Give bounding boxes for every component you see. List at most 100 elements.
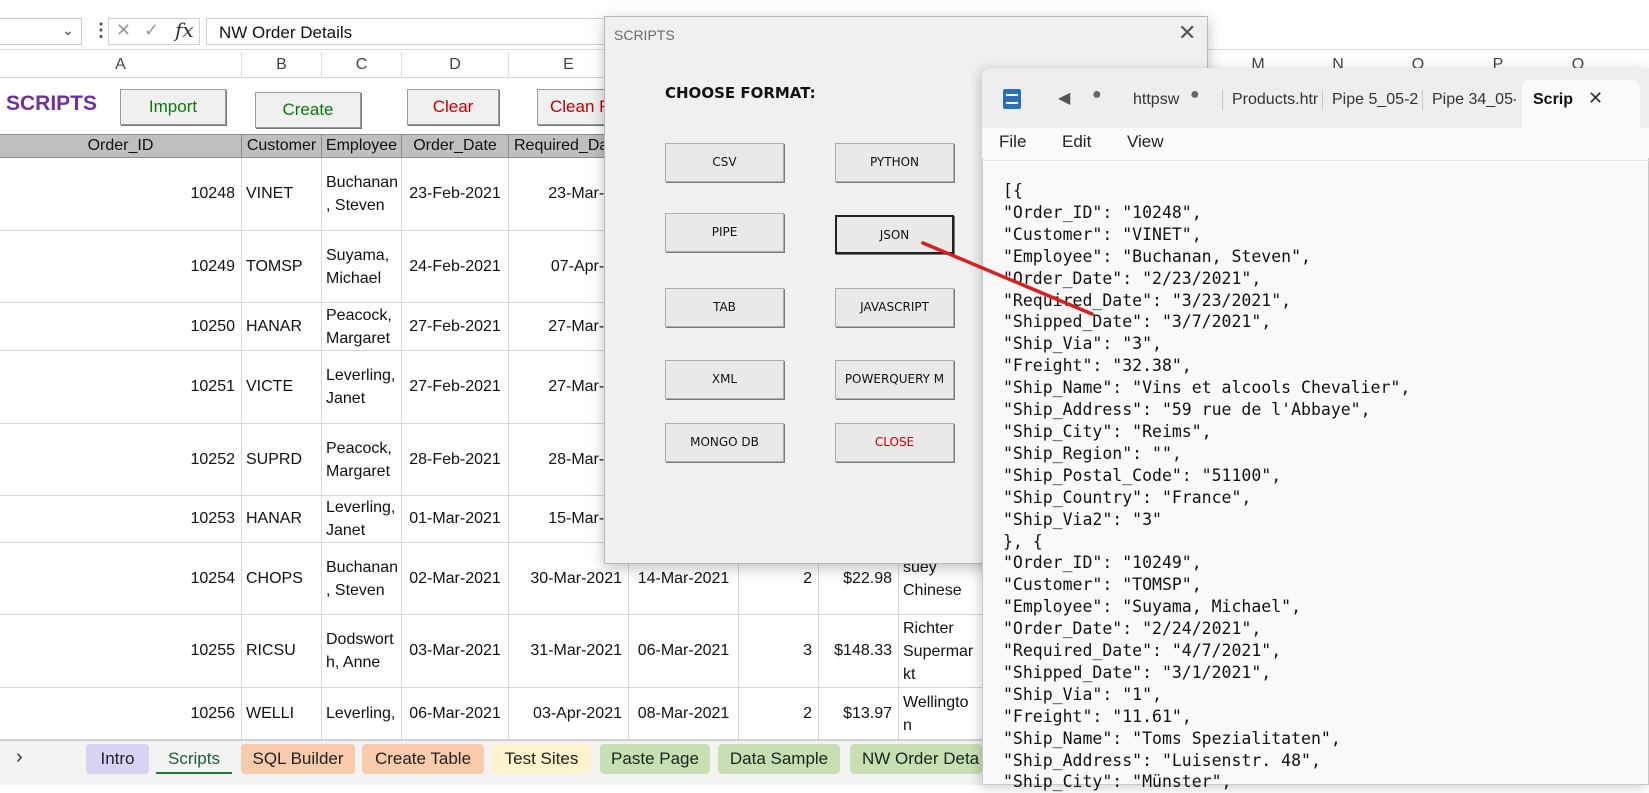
cell-emp[interactable]: Buchanan , Steven — [322, 543, 402, 614]
notepad-tab-2[interactable]: Products.htn — [1232, 88, 1318, 112]
cell-od[interactable]: 02-Mar-2021 — [402, 543, 509, 614]
cell-od[interactable]: 27-Feb-2021 — [402, 351, 509, 423]
sheet-tab-nw-order-details[interactable]: NW Order Deta — [850, 744, 982, 774]
cancel-icon[interactable]: ✕ — [116, 20, 131, 41]
sheet-tab-create-table[interactable]: Create Table — [362, 744, 484, 774]
dialog-close-button[interactable]: CLOSE — [835, 423, 954, 462]
mongodb-button[interactable]: MONGO DB — [665, 423, 784, 462]
cell-id[interactable]: 10256 — [0, 688, 242, 739]
import-button[interactable]: Import — [120, 89, 226, 125]
menu-file[interactable]: File — [999, 132, 1026, 152]
cell-ship[interactable]: Richter Supermar kt — [899, 615, 984, 687]
cell-cust[interactable]: TOMSP — [242, 231, 322, 302]
cell-ship[interactable]: Wellingto n — [899, 688, 984, 739]
sheet-tab-sql-builder[interactable]: SQL Builder — [241, 744, 355, 774]
notepad-tab-1[interactable]: httpsw — [1133, 88, 1189, 112]
unsaved-dot-icon: ● — [1190, 86, 1200, 103]
cell-id[interactable]: 10248 — [0, 158, 242, 230]
scroll-tabs-left-icon[interactable]: ◀ — [1058, 88, 1070, 108]
cell-id[interactable]: 10250 — [0, 303, 242, 350]
create-button[interactable]: Create — [255, 92, 361, 128]
cell-cust[interactable]: CHOPS — [242, 543, 322, 614]
xml-button[interactable]: XML — [665, 360, 784, 399]
close-icon[interactable]: ✕ — [1178, 20, 1196, 46]
tab-separator — [1222, 90, 1223, 110]
cell-emp[interactable]: Peacock, Margaret — [322, 424, 402, 495]
sheet-tab-data-sample[interactable]: Data Sample — [718, 744, 840, 774]
cell-rd[interactable]: 31-Mar-2021 — [509, 615, 629, 687]
confirm-icon[interactable]: ✓ — [144, 20, 159, 41]
cell-via[interactable]: 3 — [739, 615, 819, 687]
cell-cust[interactable]: HANAR — [242, 496, 322, 542]
cell-cust[interactable]: RICSU — [242, 615, 322, 687]
cell-cust[interactable]: VINET — [242, 158, 322, 230]
notepad-tab-3[interactable]: Pipe 5_05-25 — [1332, 88, 1418, 112]
close-tab-icon[interactable]: ✕ — [1588, 88, 1603, 109]
sheet-tab-paste-page[interactable]: Paste Page — [600, 744, 710, 774]
cell-od[interactable]: 27-Feb-2021 — [402, 303, 509, 350]
cell-od[interactable]: 03-Mar-2021 — [402, 615, 509, 687]
notepad-tab-script[interactable]: Script — [1533, 88, 1573, 112]
cell-od[interactable]: 23-Feb-2021 — [402, 158, 509, 230]
tab-separator — [1322, 90, 1323, 110]
cell-od[interactable]: 01-Mar-2021 — [402, 496, 509, 542]
sheet-tab-test-sites[interactable]: Test Sites — [491, 744, 592, 774]
chevron-right-icon[interactable]: › — [16, 746, 23, 769]
column-header-d[interactable]: D — [402, 52, 509, 78]
cell-fr[interactable]: $148.33 — [819, 615, 899, 687]
cell-sd[interactable]: 08-Mar-2021 — [629, 688, 739, 739]
javascript-button[interactable]: JAVASCRIPT — [835, 288, 954, 327]
menu-edit[interactable]: Edit — [1062, 132, 1091, 152]
sheet-tab-scripts[interactable]: Scripts — [156, 744, 232, 774]
header-order-date[interactable]: Order_Date — [402, 134, 509, 158]
cell-emp[interactable]: Leverling, — [322, 688, 402, 739]
clear-button[interactable]: Clear — [407, 89, 499, 125]
dialog-title: SCRIPTS — [614, 27, 675, 43]
cell-od[interactable]: 28-Feb-2021 — [402, 424, 509, 495]
notepad-tab-4[interactable]: Pipe 34_05-2 — [1432, 88, 1516, 112]
cell-id[interactable]: 10249 — [0, 231, 242, 302]
insert-function-icon[interactable]: fx — [175, 18, 194, 42]
tab-separator — [1422, 90, 1423, 110]
pipe-button[interactable]: PIPE — [665, 213, 784, 252]
formula-input[interactable]: NW Order Details — [206, 18, 606, 45]
tab-button[interactable]: TAB — [665, 288, 784, 327]
cell-via[interactable]: 2 — [739, 688, 819, 739]
header-customer[interactable]: Customer — [242, 134, 322, 158]
cell-emp[interactable]: Leverling, Janet — [322, 351, 402, 423]
column-header-b[interactable]: B — [242, 52, 322, 78]
cell-cust[interactable]: WELLI — [242, 688, 322, 739]
powerquery-button[interactable]: POWERQUERY M — [835, 360, 954, 399]
cell-emp[interactable]: Dodswort h, Anne — [322, 615, 402, 687]
cell-fr[interactable]: $13.97 — [819, 688, 899, 739]
cell-emp[interactable]: Suyama, Michael — [322, 231, 402, 302]
menu-view[interactable]: View — [1127, 132, 1164, 152]
cell-id[interactable]: 10254 — [0, 543, 242, 614]
cell-od[interactable]: 24-Feb-2021 — [402, 231, 509, 302]
chevron-down-icon[interactable]: ⌄ — [62, 22, 74, 39]
python-button[interactable]: PYTHON — [835, 143, 954, 182]
cell-id[interactable]: 10251 — [0, 351, 242, 423]
header-employee[interactable]: Employee — [322, 134, 402, 158]
cell-emp[interactable]: Leverling, Janet — [322, 496, 402, 542]
json-button[interactable]: JSON — [835, 215, 954, 254]
header-order-id[interactable]: Order_ID — [0, 134, 242, 158]
column-header-c[interactable]: C — [322, 52, 402, 78]
cell-sd[interactable]: 06-Mar-2021 — [629, 615, 739, 687]
divider — [982, 160, 1649, 161]
csv-button[interactable]: CSV — [665, 143, 784, 182]
cell-id[interactable]: 10255 — [0, 615, 242, 687]
cell-cust[interactable]: SUPRD — [242, 424, 322, 495]
cell-cust[interactable]: VICTE — [242, 351, 322, 423]
cell-emp[interactable]: Peacock, Margaret — [322, 303, 402, 350]
cell-emp[interactable]: Buchanan , Steven — [322, 158, 402, 230]
cell-od[interactable]: 06-Mar-2021 — [402, 688, 509, 739]
column-header-a[interactable]: A — [0, 52, 242, 78]
notepad-editor[interactable]: [{ "Order_ID": "10248", "Customer": "VIN… — [1003, 180, 1643, 793]
cell-cust[interactable]: HANAR — [242, 303, 322, 350]
sheet-tab-intro[interactable]: Intro — [86, 744, 149, 774]
table-row: 10255 RICSU Dodswort h, Anne 03-Mar-2021 31-… — [0, 615, 1000, 688]
cell-id[interactable]: 10253 — [0, 496, 242, 542]
cell-rd[interactable]: 03-Apr-2021 — [509, 688, 629, 739]
cell-id[interactable]: 10252 — [0, 424, 242, 495]
